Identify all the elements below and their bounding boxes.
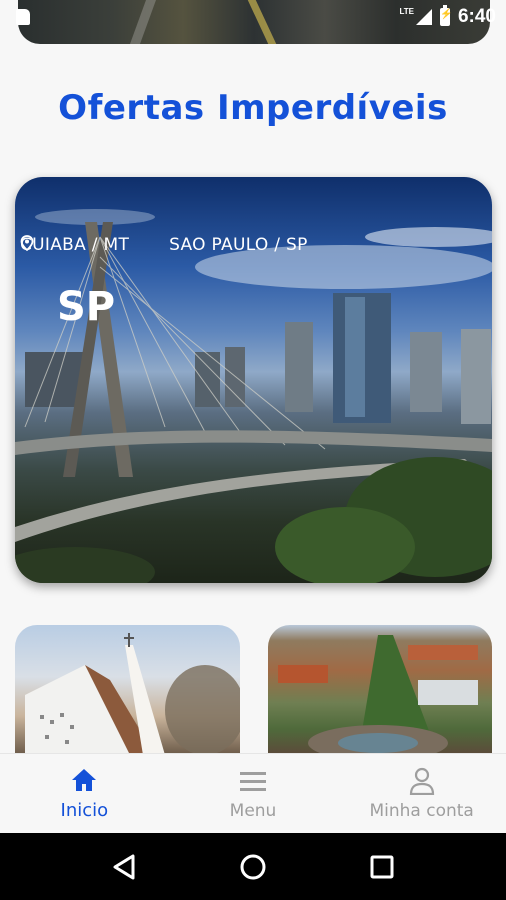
nav-label-inicio: Inicio bbox=[60, 800, 109, 821]
origin-city-label: CUIABA / MT bbox=[20, 235, 130, 255]
page-title: Ofertas Imperdíveis bbox=[58, 88, 448, 128]
menu-icon bbox=[238, 767, 268, 795]
featured-offer-card[interactable]: CUIABA / MT SAO PAULO / SP SP bbox=[15, 177, 492, 583]
location-pin-icon bbox=[20, 235, 34, 251]
nav-item-menu[interactable]: Menu bbox=[169, 754, 338, 833]
destination-state: SP bbox=[57, 284, 116, 330]
aerial-city-image bbox=[278, 635, 478, 755]
sd-card-icon bbox=[16, 9, 30, 25]
offer-card-church[interactable] bbox=[15, 625, 240, 755]
recents-square-icon bbox=[370, 855, 394, 878]
nav-label-menu: Menu bbox=[229, 800, 277, 821]
back-triangle-icon bbox=[113, 854, 135, 879]
origin-city[interactable]: CUIABA / MT bbox=[20, 235, 129, 255]
signal-icon bbox=[415, 9, 432, 25]
status-bar: LTE 6:40 bbox=[0, 0, 506, 34]
system-navigation-bar bbox=[0, 833, 506, 900]
nav-label-minha-conta: Minha conta bbox=[369, 800, 474, 821]
nav-item-inicio[interactable]: Inicio bbox=[0, 754, 169, 833]
church-image bbox=[25, 633, 240, 755]
destination-city[interactable]: SAO PAULO / SP bbox=[20, 235, 308, 255]
home-button[interactable] bbox=[238, 852, 268, 882]
destination-city-label: SAO PAULO / SP bbox=[169, 235, 308, 255]
home-icon bbox=[69, 766, 99, 794]
battery-charging-icon bbox=[439, 5, 452, 26]
user-icon bbox=[407, 767, 437, 795]
back-button[interactable] bbox=[109, 852, 139, 882]
bottom-navigation: Inicio Menu Minha conta bbox=[0, 753, 506, 833]
network-type: LTE bbox=[399, 6, 414, 16]
home-circle-icon bbox=[240, 854, 266, 879]
recents-button[interactable] bbox=[367, 852, 397, 882]
app-screen: LTE 6:40 Ofertas Imperdíveis bbox=[0, 0, 506, 900]
nav-item-minha-conta[interactable]: Minha conta bbox=[337, 754, 506, 833]
offer-card-aerial-city[interactable] bbox=[268, 625, 492, 755]
clock: 6:40 bbox=[457, 6, 496, 27]
